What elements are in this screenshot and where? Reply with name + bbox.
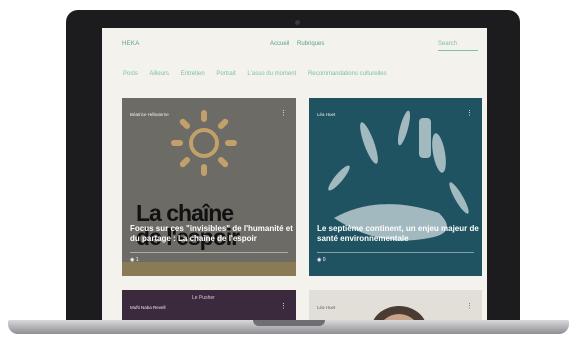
image-text-line1: La chaîne — [136, 200, 234, 226]
webcam-icon — [295, 20, 300, 25]
laptop-hinge — [253, 320, 325, 326]
post-author: Léa Huet — [317, 112, 336, 117]
plastic-waste-illustration — [309, 98, 482, 276]
top-navigation: Accueil Rubriques — [270, 41, 330, 47]
category-asso[interactable]: L'asso du moment — [247, 71, 296, 77]
nav-link-accueil[interactable]: Accueil — [270, 41, 289, 47]
site-logo[interactable]: HEKA — [122, 41, 140, 47]
category-ailleurs[interactable]: Ailleurs — [149, 71, 169, 77]
browser-screen: HEKA Accueil Rubriques Search Posts Aill… — [102, 28, 487, 320]
card-divider — [130, 252, 288, 253]
post-title-line2[interactable]: du partage : La chaîne de l'espoir — [130, 234, 257, 244]
post-card[interactable]: Léa Huet ⋮ — [309, 290, 482, 320]
more-options-icon[interactable]: ⋮ — [280, 109, 287, 117]
more-options-icon[interactable]: ⋮ — [280, 302, 287, 310]
view-count: ◉ 1 — [130, 257, 139, 263]
more-options-icon[interactable]: ⋮ — [466, 109, 473, 117]
post-author: Léa Huet — [317, 305, 336, 310]
more-options-icon[interactable]: ⋮ — [466, 302, 473, 310]
category-recommandations[interactable]: Recommandations culturelles — [308, 71, 387, 77]
post-card[interactable]: La chaîne de l'espoir Béatrice Hébuterne… — [122, 98, 296, 276]
post-title-line1[interactable]: Focus sur ces "invisibles" de l'humanité… — [130, 224, 293, 234]
eye-icon: ◉ — [317, 257, 322, 263]
card-divider — [317, 252, 474, 253]
eye-icon: ◉ — [130, 257, 135, 263]
category-posts[interactable]: Posts — [123, 71, 138, 77]
view-count-value: 1 — [135, 257, 139, 263]
nav-link-rubriques[interactable]: Rubriques — [297, 41, 324, 47]
category-portrait[interactable]: Portrait — [216, 71, 235, 77]
post-title-line1[interactable]: Le septième continent, un enjeu majeur d… — [317, 224, 479, 234]
search-placeholder: Search — [438, 41, 458, 47]
search-input[interactable]: Search — [438, 38, 478, 51]
category-navigation: Posts Ailleurs Entretien Portrait L'asso… — [123, 71, 397, 77]
post-title-line2[interactable]: santé environnementale — [317, 234, 409, 244]
view-count: ◉ 0 — [317, 257, 326, 263]
image-caption: Le Pusher — [192, 295, 215, 301]
post-card[interactable]: Léa Huet ⋮ Le septième continent, un enj… — [309, 98, 482, 276]
view-count-value: 0 — [322, 257, 326, 263]
category-entretien[interactable]: Entretien — [181, 71, 205, 77]
post-author: Béatrice Hébuterne — [130, 112, 169, 117]
post-author: Mufti Naba Revell — [130, 305, 166, 310]
post-card[interactable]: Mufti Naba Revell Le Pusher ⋮ — [122, 290, 296, 320]
